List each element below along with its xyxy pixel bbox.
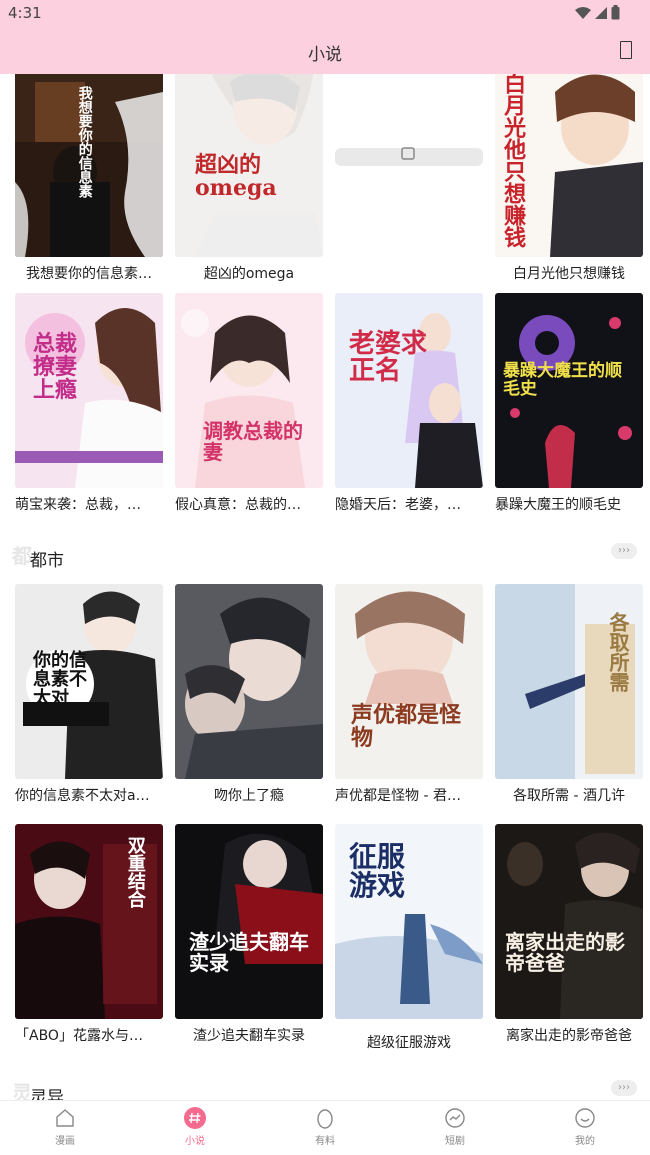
section-ghost-text: 灵 [12, 1081, 32, 1100]
book-row: 总裁撩妻上瘾 萌宝来袭：总裁，… 调教总裁的妻 假心真意：总裁的… 老婆求正名 … [15, 293, 643, 529]
book-cover: 离家出走的影帝爸爸 [495, 824, 643, 1019]
cover-text: 离家出走的影帝爸爸 [505, 930, 625, 975]
cover-text: 渣少追夫翻车实录 [189, 930, 309, 975]
book-title: 隐婚天后：老婆，… [335, 497, 461, 513]
tab-profile[interactable]: 我的 [545, 1107, 625, 1153]
cover-text: 征服游戏 [349, 840, 406, 903]
cover-text: 超凶的omega [195, 152, 277, 202]
book-row: 你的信息素不太对 你的信息素不太对a… 吻你上了瘾 声优都是怪物 声优都是怪物 … [15, 584, 643, 820]
tab-label: 漫画 [55, 1136, 75, 1147]
book-card[interactable]: 调教总裁的妻 假心真意：总裁的… [175, 293, 323, 529]
book-card[interactable]: 白月光他只想赚钱 白月光他只想赚钱 [495, 74, 643, 298]
signal-icon [595, 6, 607, 19]
book-title: 白月光他只想赚钱 [513, 266, 625, 282]
header-action-icon[interactable] [620, 41, 632, 59]
egg-icon [317, 1109, 333, 1129]
app-header: 小说 [0, 30, 650, 74]
book-cover: 调教总裁的妻 [175, 293, 323, 488]
cover-text: 总裁撩妻上瘾 [33, 331, 78, 404]
book-cover [335, 74, 483, 257]
book-cover: 总裁撩妻上瘾 [15, 293, 163, 488]
tab-label: 我的 [575, 1136, 595, 1147]
tab-shorts[interactable]: 短剧 [415, 1107, 495, 1153]
bottom-tab-bar: 漫画 小说 有料 短剧 我的 [0, 1100, 650, 1155]
status-time: 4:31 [8, 4, 42, 22]
status-icons [575, 5, 620, 20]
book-cover: 双重结合 [15, 824, 163, 1019]
book-title: 暴躁大魔王的顺毛史 [495, 497, 621, 513]
book-cover: 白月光他只想赚钱 [495, 74, 643, 257]
page-title: 小说 [308, 45, 342, 65]
book-title: 萌宝来袭：总裁，… [15, 497, 141, 513]
book-card[interactable]: 征服游戏 超级征服游戏 [335, 824, 483, 1060]
book-cover: 超凶的omega [175, 74, 323, 257]
content-list[interactable]: 我想要你的信息素 我想要你的信息素… 超凶的omega 超凶的omega 白月光… [0, 74, 650, 1100]
book-cover: 渣少追夫翻车实录 [175, 824, 323, 1019]
book-card[interactable] [335, 74, 483, 298]
book-title: 渣少追夫翻车实录 [193, 1028, 305, 1044]
section-title: 灵异 [30, 1088, 64, 1100]
section-header-city: 都 都市 ››› [0, 538, 650, 578]
book-card[interactable]: 吻你上了瘾 [175, 584, 323, 820]
book-card[interactable]: 我想要你的信息素 我想要你的信息素… [15, 74, 163, 298]
tab-comics[interactable]: 漫画 [25, 1107, 105, 1153]
book-cover [175, 584, 323, 779]
tab-novels[interactable]: 小说 [155, 1107, 235, 1153]
book-row: 双重结合 「ABO」花露水与… 渣少追夫翻车实录 渣少追夫翻车实录 征服游戏 超… [15, 824, 643, 1060]
book-card[interactable]: 暴躁大魔王的顺毛史 暴躁大魔王的顺毛史 [495, 293, 643, 529]
tab-label: 有料 [315, 1136, 335, 1147]
book-title: 你的信息素不太对a… [15, 788, 150, 804]
cover-text: 你的信息素不太对 [33, 650, 87, 709]
book-cover: 老婆求正名 [335, 293, 483, 488]
cover-text: 暴躁大魔王的顺毛史 [503, 361, 622, 399]
cover-text: 我想要你的信息素 [76, 86, 93, 198]
book-card[interactable]: 老婆求正名 隐婚天后：老婆，… [335, 293, 483, 529]
cover-text: 调教总裁的妻 [203, 419, 303, 464]
book-cover: 各取所需 [495, 584, 643, 779]
battery-icon [611, 5, 620, 20]
book-title: 超级征服游戏 [367, 1035, 451, 1051]
cover-text: 各取所需 [606, 612, 630, 692]
tab-label: 短剧 [445, 1136, 465, 1147]
tab-feed[interactable]: 有料 [285, 1107, 365, 1153]
home-icon [56, 1109, 74, 1127]
book-title: 我想要你的信息素… [26, 266, 152, 282]
book-card[interactable]: 渣少追夫翻车实录 渣少追夫翻车实录 [175, 824, 323, 1060]
wifi-icon [575, 6, 591, 19]
book-title: 吻你上了瘾 [214, 788, 284, 804]
status-bar: 4:31 [0, 0, 650, 30]
book-card[interactable]: 离家出走的影帝爸爸 离家出走的影帝爸爸 [495, 824, 643, 1060]
section-header-supernatural: 灵 灵异 ››› [0, 1075, 650, 1100]
trend-icon [445, 1108, 465, 1128]
section-title: 都市 [30, 551, 64, 571]
more-button[interactable]: ››› [611, 543, 637, 559]
hash-icon [184, 1107, 206, 1129]
section-ghost-text: 都 [12, 544, 32, 568]
book-card[interactable]: 声优都是怪物 声优都是怪物 - 君… [335, 584, 483, 820]
smile-icon [575, 1108, 595, 1128]
book-title: 「ABO」花露水与… [15, 1028, 143, 1044]
book-card[interactable]: 你的信息素不太对 你的信息素不太对a… [15, 584, 163, 820]
cover-text: 老婆求正名 [349, 329, 428, 387]
book-title: 各取所需 - 酒几许 [513, 788, 625, 804]
cover-text: 双重结合 [124, 836, 146, 908]
book-row: 我想要你的信息素 我想要你的信息素… 超凶的omega 超凶的omega 白月光… [15, 74, 643, 298]
book-card[interactable]: 双重结合 「ABO」花露水与… [15, 824, 163, 1060]
book-title: 超凶的omega [203, 266, 295, 282]
cover-text: 声优都是怪物 [351, 702, 462, 752]
book-title: 假心真意：总裁的… [175, 497, 301, 513]
book-card[interactable]: 总裁撩妻上瘾 萌宝来袭：总裁，… [15, 293, 163, 529]
tab-label: 小说 [185, 1136, 205, 1147]
book-title: 声优都是怪物 - 君… [335, 788, 461, 804]
book-card[interactable]: 超凶的omega 超凶的omega [175, 74, 323, 298]
book-cover: 声优都是怪物 [335, 584, 483, 779]
more-button[interactable]: ››› [611, 1080, 637, 1096]
book-cover: 征服游戏 [335, 824, 483, 1019]
book-cover: 你的信息素不太对 [15, 584, 163, 779]
book-cover: 我想要你的信息素 [15, 74, 163, 257]
book-card[interactable]: 各取所需 各取所需 - 酒几许 [495, 584, 643, 820]
book-cover: 暴躁大魔王的顺毛史 [495, 293, 643, 488]
book-title: 离家出走的影帝爸爸 [506, 1028, 632, 1044]
cover-text: 白月光他只想赚钱 [500, 74, 527, 248]
